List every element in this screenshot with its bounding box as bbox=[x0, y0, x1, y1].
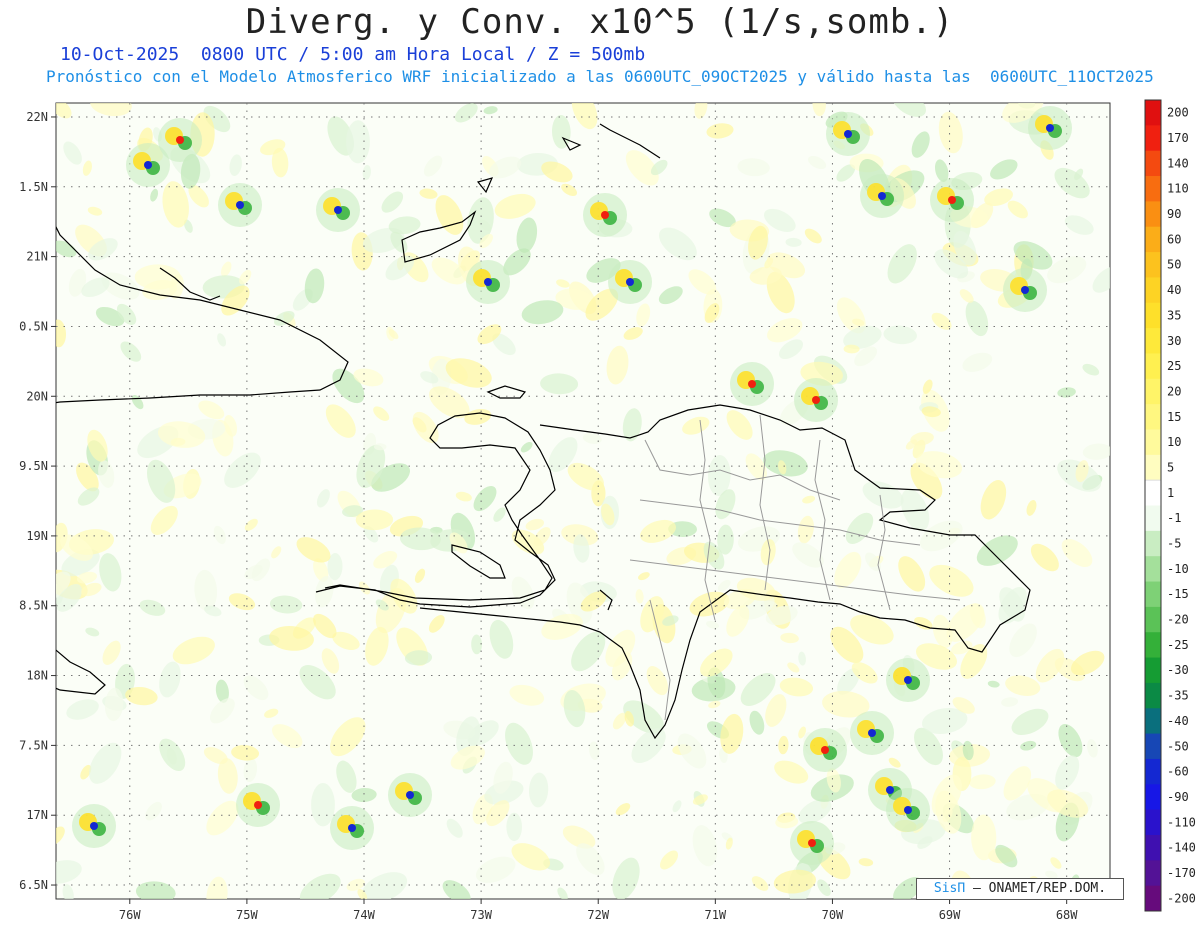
lon-label: 70W bbox=[822, 908, 844, 922]
lat-label: 1.5N bbox=[19, 180, 48, 194]
divergence-map: 76W 75W 74W 73W 72W 71W 70W 69W 68W 22N 1.5N 21N 0.5… bbox=[19, 99, 1196, 922]
lat-label: 21N bbox=[26, 250, 48, 264]
lat-label: 22N bbox=[26, 110, 48, 124]
colorbar-label: 15 bbox=[1167, 410, 1181, 424]
colorbar-swatch bbox=[1145, 606, 1161, 633]
colorbar-label: -170 bbox=[1167, 866, 1196, 880]
colorbar-label: -10 bbox=[1167, 562, 1189, 576]
colorbar-swatch bbox=[1145, 429, 1161, 456]
colorbar-swatch bbox=[1145, 758, 1161, 785]
colorbar-swatch bbox=[1145, 201, 1161, 228]
colorbar-label: -25 bbox=[1167, 638, 1189, 652]
colorbar-swatch bbox=[1145, 581, 1161, 608]
credit-text: – ONAMET/REP.DOM. bbox=[973, 881, 1107, 896]
lat-label: 7.5N bbox=[19, 738, 48, 752]
colorbar-swatch bbox=[1145, 657, 1161, 684]
colorbar-swatch bbox=[1145, 632, 1161, 659]
colorbar-swatch bbox=[1144, 479, 1162, 507]
colorbar-label: -35 bbox=[1167, 689, 1189, 703]
lon-label: 76W bbox=[119, 908, 141, 922]
colorbar-swatch bbox=[1145, 885, 1161, 912]
colorbar-swatch bbox=[1145, 378, 1161, 405]
colorbar-swatch bbox=[1145, 150, 1161, 177]
lat-label: 20N bbox=[26, 389, 48, 403]
colorbar-label: 140 bbox=[1167, 156, 1189, 170]
credit-brand: SisΠ bbox=[933, 881, 966, 896]
colorbar-swatch bbox=[1145, 809, 1161, 836]
colorbar-label: -140 bbox=[1167, 841, 1196, 855]
colorbar-label: -30 bbox=[1167, 663, 1189, 677]
colorbar-label: 1 bbox=[1167, 486, 1174, 500]
colorbar-label: 20 bbox=[1167, 385, 1181, 399]
colorbar-label: -20 bbox=[1167, 613, 1189, 627]
lat-label: 9.5N bbox=[19, 459, 48, 473]
colorbar-label: 50 bbox=[1167, 258, 1181, 272]
credit-box: SisΠ – ONAMET/REP.DOM. bbox=[916, 878, 1124, 900]
lon-label: 71W bbox=[704, 908, 726, 922]
lat-label: 19N bbox=[26, 529, 48, 543]
colorbar-label: 25 bbox=[1167, 359, 1181, 373]
colorbar-label: 40 bbox=[1167, 283, 1181, 297]
colorbar-label: -60 bbox=[1167, 765, 1189, 779]
colorbar-swatch bbox=[1145, 505, 1161, 532]
colorbar-swatch bbox=[1145, 328, 1161, 354]
colorbar-swatch bbox=[1145, 556, 1161, 583]
lat-label: 18N bbox=[26, 669, 48, 683]
colorbar-label: 110 bbox=[1167, 182, 1189, 196]
lon-label: 69W bbox=[939, 908, 961, 922]
colorbar-label: 35 bbox=[1167, 308, 1181, 322]
colorbar-label: 170 bbox=[1167, 131, 1189, 145]
colorbar-label: -15 bbox=[1167, 587, 1189, 601]
colorbar-label: 200 bbox=[1167, 106, 1189, 120]
lat-label: 0.5N bbox=[19, 319, 48, 333]
lon-label: 73W bbox=[470, 908, 492, 922]
lon-label: 72W bbox=[587, 908, 609, 922]
lon-label: 68W bbox=[1056, 908, 1078, 922]
colorbar-label: -50 bbox=[1167, 739, 1189, 753]
colorbar-swatch bbox=[1145, 860, 1161, 887]
colorbar-label: -1 bbox=[1167, 511, 1181, 525]
colorbar-label: -90 bbox=[1167, 790, 1189, 804]
colorbar-label: 10 bbox=[1167, 435, 1181, 449]
lat-label: 17N bbox=[26, 808, 48, 822]
colorbar-swatch bbox=[1145, 302, 1161, 329]
colorbar-label: 90 bbox=[1167, 207, 1181, 221]
colorbar-swatch bbox=[1145, 125, 1161, 152]
colorbar-label: -110 bbox=[1167, 815, 1196, 829]
colorbar-swatch bbox=[1145, 404, 1161, 430]
colorbar-label: -40 bbox=[1167, 714, 1189, 728]
colorbar-swatch bbox=[1145, 708, 1161, 735]
colorbar: 200 170 140 110 90 60 50 40 35 30 25 20 15 10 5 1 -1 -5 -1… bbox=[1144, 99, 1196, 912]
lon-label: 75W bbox=[236, 908, 258, 922]
colorbar-swatch bbox=[1145, 682, 1161, 709]
lon-label: 74W bbox=[353, 908, 375, 922]
colorbar-swatch bbox=[1145, 226, 1161, 253]
colorbar-swatch bbox=[1145, 252, 1161, 278]
colorbar-swatch bbox=[1145, 353, 1161, 380]
colorbar-label: -5 bbox=[1167, 537, 1181, 551]
lat-label: 8.5N bbox=[19, 599, 48, 613]
colorbar-swatch bbox=[1145, 733, 1161, 760]
colorbar-label: 5 bbox=[1167, 461, 1174, 475]
colorbar-swatch bbox=[1145, 454, 1161, 481]
colorbar-label: -200 bbox=[1167, 891, 1196, 905]
colorbar-swatch bbox=[1145, 176, 1161, 202]
colorbar-swatch bbox=[1145, 784, 1161, 811]
colorbar-swatch bbox=[1145, 834, 1161, 861]
colorbar-swatch bbox=[1145, 530, 1161, 557]
colorbar-label: 30 bbox=[1167, 334, 1181, 348]
colorbar-swatch bbox=[1145, 100, 1161, 126]
colorbar-label: 60 bbox=[1167, 232, 1181, 246]
lat-label: 6.5N bbox=[19, 878, 48, 892]
colorbar-swatch bbox=[1145, 277, 1161, 304]
